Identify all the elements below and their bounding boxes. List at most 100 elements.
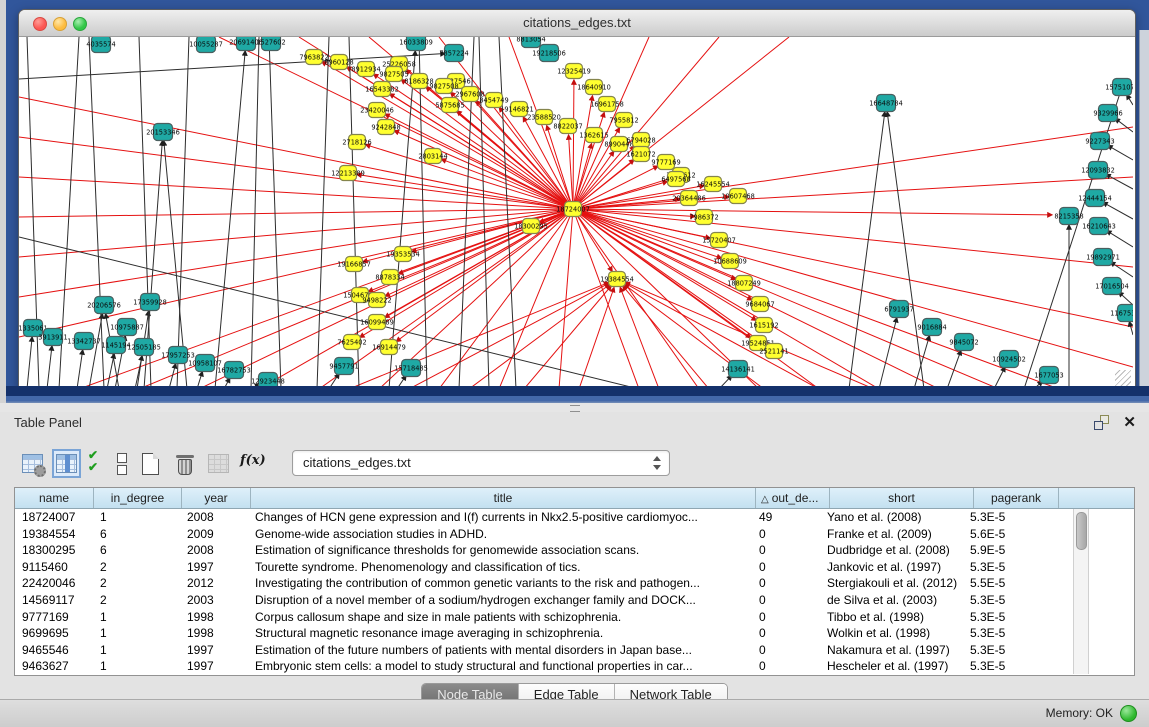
table-cell[interactable]: 5.9E-5: [963, 542, 1047, 559]
table-cell[interactable]: 9465546: [15, 642, 93, 659]
table-cell[interactable]: 14569117: [15, 592, 93, 609]
table-cell[interactable]: 2003: [180, 592, 248, 609]
graph-edge[interactable]: [524, 286, 611, 388]
graph-edge[interactable]: [573, 209, 1133, 367]
table-cell[interactable]: 2: [93, 575, 180, 592]
graph-edge[interactable]: [469, 284, 610, 388]
table-cell[interactable]: 1998: [180, 625, 248, 642]
table-cell[interactable]: 2008: [180, 542, 248, 559]
graph-edge[interactable]: [620, 287, 659, 388]
table-cell[interactable]: 5.3E-5: [963, 609, 1047, 626]
graph-edge[interactable]: [1103, 202, 1133, 219]
zoom-window-button[interactable]: [73, 17, 87, 31]
column-header-title[interactable]: title: [251, 488, 756, 508]
table-cell[interactable]: 1: [93, 658, 180, 675]
table-cell[interactable]: 1997: [180, 658, 248, 675]
close-panel-icon[interactable]: ✕: [1123, 413, 1136, 431]
table-cell[interactable]: 5.3E-5: [963, 658, 1047, 675]
table-cell[interactable]: Genome-wide association studies in ADHD.: [248, 526, 752, 543]
graph-edge[interactable]: [409, 283, 609, 388]
graph-edge[interactable]: [994, 367, 1005, 388]
graph-edge[interactable]: [573, 209, 1052, 215]
table-cell[interactable]: 0: [752, 642, 820, 659]
network-view[interactable]: 1872400719384554183002957963822896012889…: [19, 37, 1133, 388]
table-cell[interactable]: 49: [752, 509, 820, 526]
table-row[interactable]: 1872400712008Changes of HCN gene express…: [15, 509, 1134, 526]
table-cell[interactable]: 2008: [180, 509, 248, 526]
network-graph[interactable]: 1872400719384554183002957963822896012889…: [19, 37, 1133, 388]
column-header-name[interactable]: name: [15, 488, 94, 508]
table-cell[interactable]: Stergiakouli et al. (2012): [820, 575, 963, 592]
table-row[interactable]: 1456911722003Disruption of a novel membe…: [15, 592, 1134, 609]
table-row[interactable]: 977716911998Corpus callosum shape and si…: [15, 609, 1134, 626]
graph-edge[interactable]: [1119, 292, 1133, 305]
graph-edge[interactable]: [27, 337, 32, 388]
table-select-dropdown[interactable]: citations_edges.txt: [292, 450, 670, 476]
table-cell[interactable]: 22420046: [15, 575, 93, 592]
delete-column-icon[interactable]: [172, 451, 197, 476]
table-cell[interactable]: 0: [752, 625, 820, 642]
table-cell[interactable]: 9463627: [15, 658, 93, 675]
table-row[interactable]: 1830029562008Estimation of significance …: [15, 542, 1134, 559]
table-cell[interactable]: 2: [93, 559, 180, 576]
table-cell[interactable]: 5.3E-5: [963, 592, 1047, 609]
table-cell[interactable]: 5.6E-5: [963, 526, 1047, 543]
graph-edge[interactable]: [19, 209, 573, 297]
table-cell[interactable]: 9699695: [15, 625, 93, 642]
column-header-out-de-[interactable]: △out_de...: [756, 488, 830, 508]
table-cell[interactable]: 0: [752, 658, 820, 675]
table-cell[interactable]: 9777169: [15, 609, 93, 626]
table-cell[interactable]: 6: [93, 526, 180, 543]
table-cell[interactable]: 1: [93, 642, 180, 659]
table-cell[interactable]: 5.3E-5: [963, 509, 1047, 526]
table-cell[interactable]: 2: [93, 592, 180, 609]
graph-edge[interactable]: [499, 209, 573, 388]
float-panel-icon[interactable]: [1094, 415, 1109, 430]
new-column-icon[interactable]: [138, 451, 163, 476]
table-cell[interactable]: Structural magnetic resonance image aver…: [248, 625, 752, 642]
graph-edge[interactable]: [623, 286, 709, 388]
table-cell[interactable]: Hescheler et al. (1997): [820, 658, 963, 675]
table-cell[interactable]: Changes of HCN gene expression and I(f) …: [248, 509, 752, 526]
table-cell[interactable]: Jankovic et al. (1997): [820, 559, 963, 576]
table-cell[interactable]: Estimation of significance thresholds fo…: [248, 542, 752, 559]
graph-edge[interactable]: [19, 177, 573, 209]
table-cell[interactable]: 0: [752, 542, 820, 559]
table-cell[interactable]: 5.3E-5: [963, 625, 1047, 642]
table-cell[interactable]: 0: [752, 526, 820, 543]
table-cell[interactable]: 0: [752, 559, 820, 576]
table-cell[interactable]: 1998: [180, 609, 248, 626]
graph-edge[interactable]: [573, 177, 1133, 209]
graph-edge[interactable]: [573, 209, 999, 388]
row-height-icon[interactable]: [115, 451, 129, 476]
select-columns-icon[interactable]: [88, 451, 106, 476]
network-window-titlebar[interactable]: citations_edges.txt: [19, 10, 1135, 37]
graph-edge[interactable]: [1110, 262, 1133, 277]
table-cell[interactable]: Yano et al. (2008): [820, 509, 963, 526]
graph-edge[interactable]: [499, 37, 516, 388]
table-row[interactable]: 1938455462009Genome-wide association stu…: [15, 526, 1134, 543]
column-header-year[interactable]: year: [182, 488, 251, 508]
graph-edge[interactable]: [251, 37, 259, 388]
table-cell[interactable]: 18300295: [15, 542, 93, 559]
table-cell[interactable]: 0: [752, 592, 820, 609]
table-cell[interactable]: 5.3E-5: [963, 642, 1047, 659]
table-cell[interactable]: Corpus callosum shape and size in male p…: [248, 609, 752, 626]
graph-edge[interactable]: [269, 37, 281, 388]
column-header-in-degree[interactable]: in_degree: [94, 488, 182, 508]
graph-edge[interactable]: [135, 356, 142, 388]
graph-edge[interactable]: [849, 112, 885, 388]
table-cell[interactable]: Tourette syndrome. Phenomenology and cla…: [248, 559, 752, 576]
graph-edge[interactable]: [573, 209, 1059, 388]
graph-edge[interactable]: [1129, 322, 1133, 335]
graph-edge[interactable]: [357, 174, 573, 209]
graph-edge[interactable]: [1024, 87, 1122, 388]
table-cell[interactable]: 2012: [180, 575, 248, 592]
graph-edge[interactable]: [559, 209, 573, 388]
table-cell[interactable]: 1997: [180, 559, 248, 576]
table-cell[interactable]: 5.5E-5: [963, 575, 1047, 592]
graph-edge[interactable]: [887, 112, 924, 388]
table-cell[interactable]: de Silva et al. (2003): [820, 592, 963, 609]
graph-edge[interactable]: [47, 346, 52, 388]
table-cell[interactable]: Dudbridge et al. (2008): [820, 542, 963, 559]
